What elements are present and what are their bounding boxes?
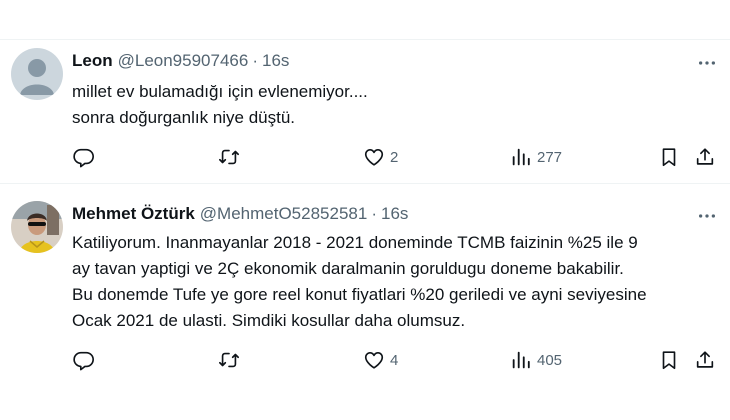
retweet-button[interactable] [218, 347, 240, 373]
tweet-text-line: ay tavan yaptigi ve 2Ç ekonomik daralman… [72, 259, 624, 278]
tweet-text: Katiliyorum. Inanmayanlar 2018 - 2021 do… [72, 230, 712, 334]
like-icon [364, 149, 384, 166]
default-avatar-icon [11, 48, 63, 100]
more-icon [699, 214, 715, 218]
like-count: 2 [390, 148, 399, 166]
author-handle[interactable]: @MehmetO52852581 [200, 204, 368, 224]
retweet-icon [219, 352, 239, 368]
reply-button[interactable] [73, 144, 95, 170]
share-button[interactable] [694, 347, 716, 373]
tweet-text: millet ev bulamadığı için evlenemiyor...… [72, 79, 712, 131]
tweet-text-line: millet ev bulamadığı için evlenemiyor...… [72, 82, 368, 101]
more-options-button[interactable] [696, 52, 718, 74]
like-button[interactable]: 4 [363, 347, 398, 373]
share-icon [696, 351, 714, 368]
views-button[interactable]: 405 [510, 347, 562, 373]
tweet-time[interactable]: 16s [381, 204, 408, 224]
separator-dot: · [371, 204, 377, 223]
views-icon [512, 148, 530, 166]
retweet-icon [219, 149, 239, 165]
view-count: 277 [537, 148, 563, 166]
separator-dot: · [252, 51, 258, 70]
tweet-header: Mehmet Öztürk @MehmetO52852581 · 16s [72, 204, 408, 224]
reply-icon [73, 351, 94, 371]
author-handle[interactable]: @Leon95907466 [118, 51, 249, 71]
timeline-top-spacer [0, 0, 730, 40]
tweet-text-line: Ocak 2021 de ulasti. Simdiki kosullar da… [72, 311, 466, 330]
photo-avatar-icon [11, 201, 63, 253]
reply-icon [73, 148, 94, 168]
share-button[interactable] [694, 144, 716, 170]
retweet-button[interactable] [218, 144, 240, 170]
like-count: 4 [390, 351, 399, 369]
action-bar: 2 277 [0, 144, 730, 170]
tweet[interactable]: Leon @Leon95907466 · 16s millet ev bulam… [0, 40, 730, 184]
author-name[interactable]: Leon [72, 51, 113, 71]
tweet-text-line: sonra doğurganlık niye düştü. [72, 108, 296, 127]
like-button[interactable]: 2 [363, 144, 398, 170]
tweet-header: Leon @Leon95907466 · 16s [72, 51, 289, 71]
bookmark-icon [662, 351, 676, 370]
reply-button[interactable] [73, 347, 95, 373]
tweet[interactable]: Mehmet Öztürk @MehmetO52852581 · 16s Kat… [0, 185, 730, 420]
views-button[interactable]: 277 [510, 144, 562, 170]
tweet-time[interactable]: 16s [262, 51, 289, 71]
tweet-text-line: Bu donemde Tufe ye gore reel konut fiyat… [72, 285, 647, 304]
like-icon [364, 352, 384, 369]
avatar[interactable] [11, 48, 63, 100]
share-icon [696, 148, 714, 165]
bookmark-button[interactable] [658, 347, 680, 373]
view-count: 405 [537, 351, 563, 369]
more-icon [699, 61, 715, 65]
bookmark-button[interactable] [658, 144, 680, 170]
action-bar: 4 405 [0, 347, 730, 373]
avatar[interactable] [11, 201, 63, 253]
author-name[interactable]: Mehmet Öztürk [72, 204, 195, 224]
views-icon [512, 351, 530, 369]
bookmark-icon [662, 148, 676, 167]
more-options-button[interactable] [696, 205, 718, 227]
tweet-text-line: Katiliyorum. Inanmayanlar 2018 - 2021 do… [72, 233, 638, 252]
